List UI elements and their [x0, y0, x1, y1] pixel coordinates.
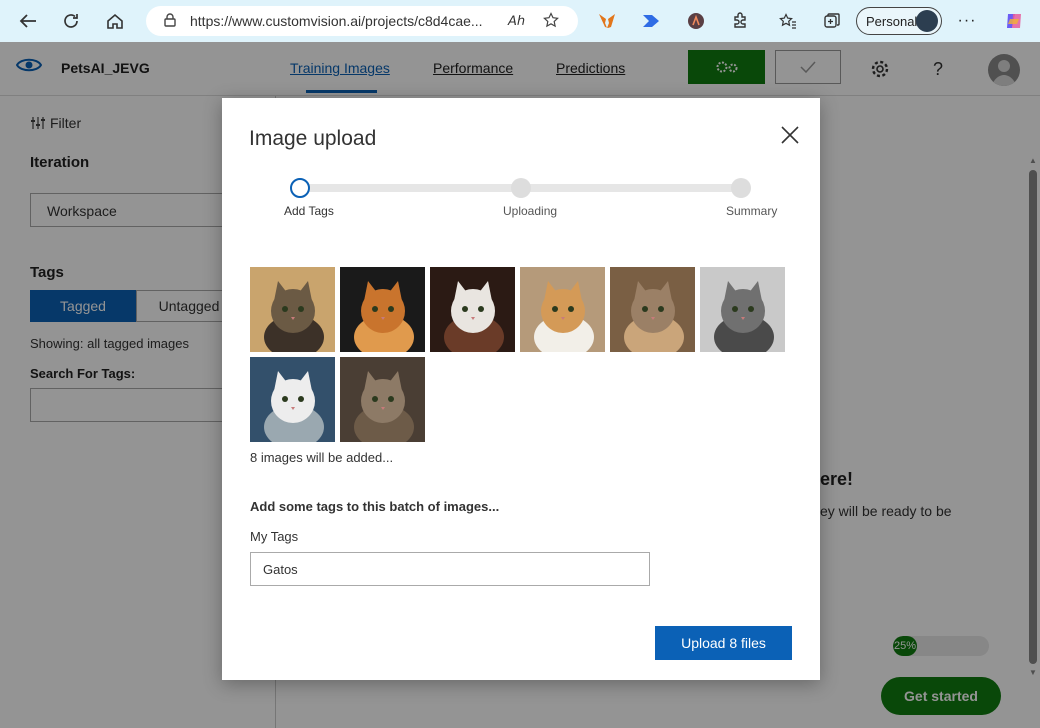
collections-icon[interactable] — [820, 9, 844, 33]
cat-british-brown-thumbnail — [610, 267, 695, 352]
upload-files-button[interactable]: Upload 8 files — [655, 626, 792, 660]
home-button[interactable] — [101, 7, 129, 35]
cat-tabby-kitten-thumbnail — [250, 267, 335, 352]
refresh-icon — [64, 14, 78, 28]
more-menu-icon[interactable]: ··· — [955, 9, 979, 33]
metamask-extension-icon[interactable] — [595, 9, 619, 33]
cat-tabby-adult-thumbnail — [340, 357, 425, 442]
home-icon — [107, 13, 123, 29]
favorites-icon[interactable] — [776, 9, 800, 33]
refresh-button[interactable] — [57, 7, 85, 35]
cat-white-fluffy-thumbnail — [250, 357, 335, 442]
step-label-add-tags: Add Tags — [284, 204, 334, 218]
close-icon[interactable] — [780, 125, 800, 145]
browser-toolbar: https://www.customvision.ai/projects/c8d… — [0, 0, 1040, 42]
cat-orange-dark-thumbnail — [340, 267, 425, 352]
profile-button[interactable]: Personal — [856, 7, 942, 35]
power-automate-extension-icon[interactable] — [639, 9, 663, 33]
my-tags-input[interactable]: Gatos — [250, 552, 650, 586]
my-tags-label: My Tags — [250, 529, 299, 544]
lock-icon — [164, 12, 176, 30]
back-arrow-icon — [19, 14, 36, 28]
back-button[interactable] — [14, 7, 42, 35]
dialog-title: Image upload — [249, 127, 377, 150]
profile-avatar — [916, 10, 938, 32]
step-label-uploading: Uploading — [503, 204, 558, 218]
read-aloud-icon[interactable]: 𝘈ℎ — [508, 13, 525, 29]
profile-label: Personal — [866, 13, 918, 29]
address-bar[interactable]: https://www.customvision.ai/projects/c8d… — [146, 6, 578, 36]
url-text: https://www.customvision.ai/projects/c8d… — [190, 13, 483, 29]
step-label-summary: Summary — [726, 204, 778, 218]
favorite-star-icon[interactable] — [543, 11, 560, 31]
cat-white-kitten-thumbnail — [430, 267, 515, 352]
cat-grey-thumbnail — [700, 267, 785, 352]
image-upload-dialog: Image upload Add Tags Uploading Summary … — [222, 98, 820, 680]
step-dot-summary — [731, 178, 751, 198]
modal-backdrop-header — [0, 42, 1040, 96]
step-dot-uploading — [511, 178, 531, 198]
step-dot-add-tags — [290, 178, 310, 198]
add-tags-heading: Add some tags to this batch of images... — [250, 499, 500, 514]
arc-extension-icon[interactable] — [684, 9, 708, 33]
cat-orange-white-thumbnail — [520, 267, 605, 352]
extensions-puzzle-icon[interactable] — [728, 9, 752, 33]
copilot-icon[interactable] — [1002, 9, 1026, 33]
image-count-text: 8 images will be added... — [250, 450, 394, 465]
